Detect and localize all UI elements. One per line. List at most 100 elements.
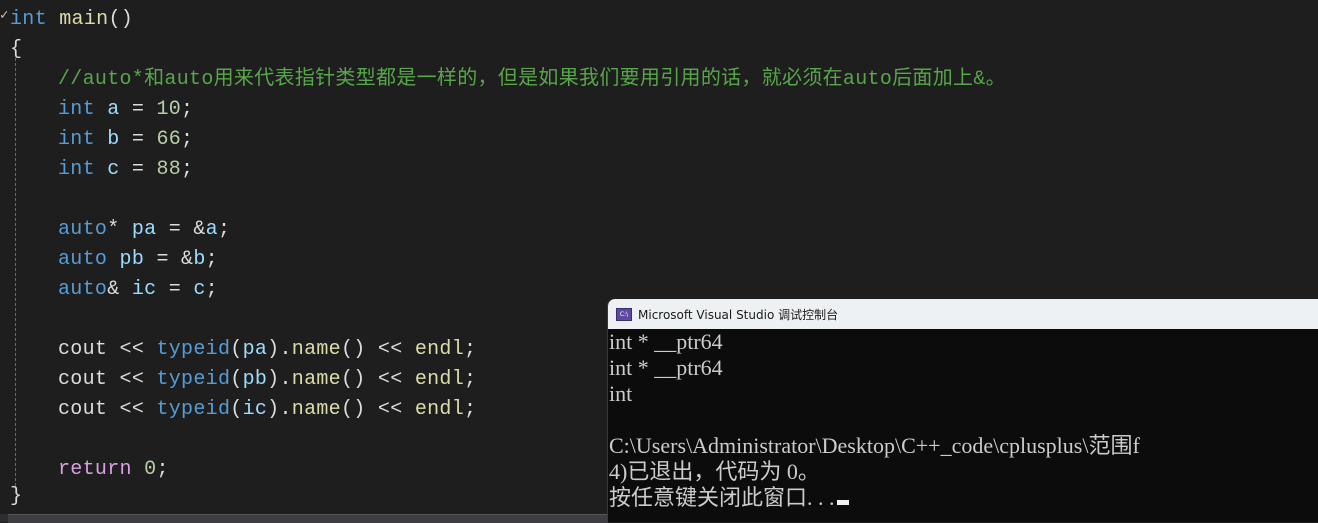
code-line[interactable]: cout << typeid(pa).name() << endl;: [58, 335, 476, 365]
code-line[interactable]: }: [10, 482, 22, 512]
code-line[interactable]: //auto*和auto用来代表指针类型都是一样的，但是如果我们要用引用的话，就…: [58, 65, 1006, 95]
code-token: typeid: [156, 398, 231, 421]
code-token: ).: [267, 398, 292, 421]
code-token: =: [119, 128, 157, 151]
code-token: int: [58, 128, 95, 151]
code-token: {: [10, 38, 23, 61]
code-token: ;: [464, 338, 477, 361]
code-token: ;: [217, 218, 231, 241]
code-line[interactable]: int main(): [10, 5, 133, 35]
debug-console-window[interactable]: C:\ Microsoft Visual Studio 调试控制台 int * …: [607, 299, 1318, 522]
code-token: ;: [205, 248, 218, 271]
console-output-text: int * __ptr64: [609, 355, 723, 380]
code-token: pb: [119, 248, 145, 271]
code-token: 88: [156, 158, 182, 181]
code-token: c: [107, 158, 120, 181]
code-token: int: [58, 158, 95, 181]
code-token: (): [108, 8, 134, 31]
code-token: typeid: [156, 368, 231, 391]
code-token: &: [107, 278, 132, 301]
console-output-line: int * __ptr64: [609, 329, 1318, 355]
code-token: cout: [58, 398, 108, 421]
code-token: <<: [107, 368, 157, 391]
code-token: () <<: [341, 368, 415, 391]
code-line[interactable]: auto& ic = c;: [58, 275, 218, 305]
code-token: name: [291, 398, 341, 421]
code-token: =: [156, 278, 194, 301]
code-token: a: [205, 218, 218, 241]
code-token: =: [119, 158, 157, 181]
code-token: pa: [131, 218, 157, 241]
code-token: int: [10, 8, 47, 31]
code-token: 10: [156, 98, 182, 121]
code-token: main: [59, 8, 109, 31]
code-token: ;: [181, 128, 194, 151]
console-output-text: 按任意键关闭此窗口. . .: [609, 485, 835, 510]
code-token: ;: [181, 158, 194, 181]
code-token: ic: [242, 398, 268, 421]
code-token: auto: [58, 248, 108, 271]
code-token: =: [119, 98, 157, 121]
code-token: endl: [414, 368, 465, 391]
code-line[interactable]: {: [10, 35, 22, 65]
code-token: (: [230, 398, 243, 421]
code-token: return: [58, 458, 132, 481]
code-line[interactable]: int b = 66;: [58, 125, 193, 155]
console-output-text: int: [609, 381, 633, 406]
code-line[interactable]: return 0;: [58, 455, 169, 485]
code-token: ).: [267, 338, 292, 361]
console-app-icon: C:\: [616, 307, 632, 321]
console-titlebar[interactable]: C:\ Microsoft Visual Studio 调试控制台: [608, 299, 1318, 329]
code-token: int: [58, 98, 95, 121]
code-token: c: [193, 278, 206, 301]
code-token: b: [193, 248, 206, 271]
code-line[interactable]: int a = 10;: [58, 95, 193, 125]
code-token: <<: [107, 338, 157, 361]
code-token: a: [107, 98, 120, 121]
console-title: Microsoft Visual Studio 调试控制台: [638, 307, 839, 322]
code-token: ;: [464, 398, 477, 421]
code-token: () <<: [341, 338, 415, 361]
code-token: name: [291, 368, 341, 391]
code-line[interactable]: cout << typeid(pb).name() << endl;: [58, 365, 476, 395]
console-output-line: 4)已退出，代码为 0。: [609, 459, 1318, 485]
code-line[interactable]: int c = 88;: [58, 155, 193, 185]
code-token: = &: [156, 218, 206, 241]
fold-collapse-icon[interactable]: ✓: [0, 8, 8, 22]
code-token: ic: [131, 278, 157, 301]
code-token: ;: [181, 98, 194, 121]
code-token: <<: [107, 398, 157, 421]
code-token: cout: [58, 338, 108, 361]
console-output-line: 按任意键关闭此窗口. . .: [609, 485, 1318, 511]
code-line[interactable]: cout << typeid(ic).name() << endl;: [58, 395, 476, 425]
text-cursor: [836, 500, 849, 505]
code-token: *: [107, 218, 132, 241]
code-token: () <<: [341, 398, 415, 421]
code-token: = &: [144, 248, 194, 271]
code-line[interactable]: auto* pa = &a;: [58, 215, 230, 245]
code-token: (: [230, 338, 243, 361]
code-token: b: [107, 128, 120, 151]
code-token: (: [230, 368, 243, 391]
code-token: ;: [464, 368, 477, 391]
code-token: ).: [267, 368, 292, 391]
code-token: name: [291, 338, 341, 361]
indent-guide: [15, 58, 16, 486]
code-token: ;: [205, 278, 218, 301]
code-token: pa: [242, 338, 268, 361]
code-token: 0: [144, 458, 157, 481]
code-token: ;: [156, 458, 169, 481]
code-token: cout: [58, 368, 108, 391]
console-output-line: int: [609, 381, 1318, 407]
code-token: 66: [156, 128, 182, 151]
console-output-text: 4)已退出，代码为 0。: [609, 459, 820, 484]
scroll-corner: [0, 514, 8, 522]
code-line[interactable]: auto pb = &b;: [58, 245, 218, 275]
